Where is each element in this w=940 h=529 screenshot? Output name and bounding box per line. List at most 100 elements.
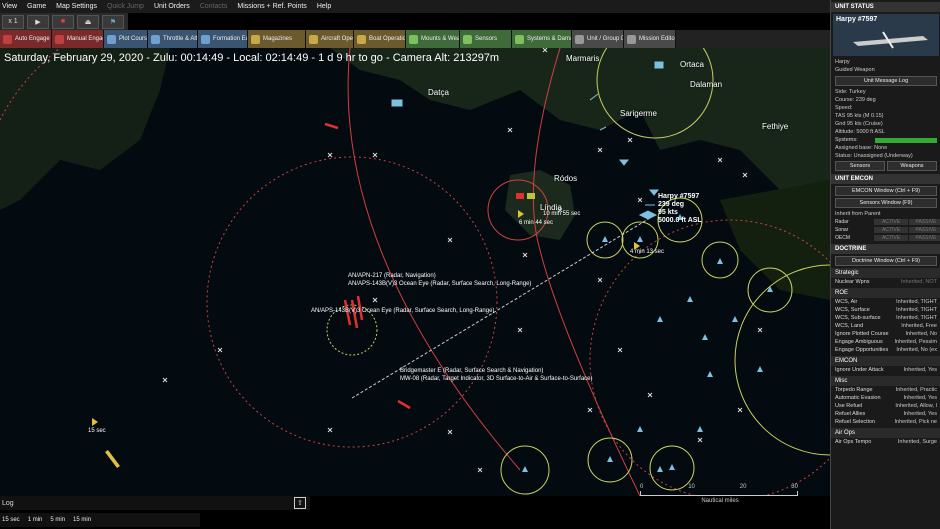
air-units[interactable] bbox=[92, 210, 640, 468]
time-step-1min[interactable]: 1 min bbox=[28, 517, 43, 523]
doctrine-row[interactable]: Torpedo Range Inherited, Practic bbox=[831, 386, 940, 394]
inherit-checkbox[interactable]: Inherit from Parent bbox=[831, 210, 940, 218]
ship-marker-icon[interactable] bbox=[717, 258, 723, 264]
toolbar-button-10[interactable]: Systems & Damage bbox=[512, 30, 572, 48]
toolbar-button-2[interactable]: Plot Course bbox=[104, 30, 148, 48]
toolbar-button-0[interactable]: Auto Engage Target bbox=[0, 30, 52, 48]
doctrine-row[interactable]: WCS, Surface Inherited, TIGHT bbox=[831, 306, 940, 314]
contact-x-icon[interactable] bbox=[447, 237, 453, 243]
doctrine-airops[interactable]: Air Ops Tempo Inherited, Surge bbox=[831, 438, 940, 446]
expand-up-icon[interactable]: ⇧ bbox=[294, 497, 306, 509]
contact-x-icon[interactable] bbox=[162, 377, 168, 383]
contact-x-icon[interactable] bbox=[522, 252, 528, 258]
sensors-window-button[interactable]: Sensors Window (F9) bbox=[835, 198, 937, 208]
ship-marker-icon[interactable] bbox=[637, 426, 643, 432]
weapons-button[interactable]: Weapons bbox=[887, 161, 937, 171]
ship-marker-icon[interactable] bbox=[687, 296, 693, 302]
contact-x-icon[interactable] bbox=[507, 127, 513, 133]
doctrine-row[interactable]: Engage Opportunities Inherited, No (ex bbox=[831, 346, 940, 354]
menu-missions[interactable]: Missions + Ref. Points bbox=[237, 3, 306, 10]
ship-marker-icon[interactable] bbox=[707, 371, 713, 377]
menu-contacts[interactable]: Contacts bbox=[200, 3, 228, 10]
menu-view[interactable]: View bbox=[2, 3, 17, 10]
map-canvas[interactable] bbox=[0, 48, 830, 496]
ship-marker-icon[interactable] bbox=[767, 286, 773, 292]
toolbar-button-1[interactable]: Manual Engage Target bbox=[52, 30, 104, 48]
emcon-passive-toggle[interactable]: PASSIVE bbox=[909, 227, 940, 233]
menu-game[interactable]: Game bbox=[27, 3, 46, 10]
ship-marker-icon[interactable] bbox=[607, 456, 613, 462]
contact-x-icon[interactable] bbox=[327, 427, 333, 433]
emcon-passive-toggle[interactable]: PASSIVE bbox=[909, 235, 940, 241]
doctrine-row[interactable]: Refuel Allies Inherited, Yes bbox=[831, 410, 940, 418]
emcon-active-toggle[interactable]: ACTIVE bbox=[874, 219, 908, 225]
ship-marker-icon[interactable] bbox=[602, 236, 608, 242]
ship-marker-icon[interactable] bbox=[697, 426, 703, 432]
time-compression-button[interactable]: x 1 bbox=[2, 14, 24, 29]
doctrine-row[interactable]: WCS, Air Inherited, TIGHT bbox=[831, 298, 940, 306]
contact-x-icon[interactable] bbox=[447, 429, 453, 435]
doctrine-nuclear[interactable]: Nuclear Wpns Inherited, NOT bbox=[831, 278, 940, 286]
ship-marker-icon[interactable] bbox=[522, 466, 528, 472]
contact-x-icon[interactable] bbox=[697, 437, 703, 443]
ship-marker-icon[interactable] bbox=[657, 316, 663, 322]
contact-x-icon[interactable] bbox=[372, 297, 378, 303]
contact-x-icon[interactable] bbox=[477, 467, 483, 473]
ship-marker-icon[interactable] bbox=[732, 316, 738, 322]
ship-marker-icon[interactable] bbox=[669, 464, 675, 470]
toolbar-button-11[interactable]: Unit / Group Doctrine bbox=[572, 30, 624, 48]
ship-marker-icon[interactable] bbox=[757, 366, 763, 372]
toolbar-button-3[interactable]: Throttle & Altitude bbox=[148, 30, 198, 48]
doctrine-ignore-attack[interactable]: Ignore Under Attack Inherited, Yes bbox=[831, 366, 940, 374]
menu-help[interactable]: Help bbox=[317, 3, 331, 10]
menu-map-settings[interactable]: Map Settings bbox=[56, 3, 97, 10]
contact-x-icon[interactable] bbox=[597, 147, 603, 153]
doctrine-row[interactable]: WCS, Sub-surface Inherited, TIGHT bbox=[831, 314, 940, 322]
toolbar-button-9[interactable]: Sensors bbox=[460, 30, 512, 48]
emcon-active-toggle[interactable]: ACTIVE bbox=[874, 227, 908, 233]
unit-message-log-button[interactable]: Unit Message Log bbox=[835, 76, 937, 86]
emcon-active-toggle[interactable]: ACTIVE bbox=[874, 235, 908, 241]
emcon-window-button[interactable]: EMCON Window (Ctrl + F9) bbox=[835, 186, 937, 196]
stop-icon[interactable]: ■ bbox=[52, 14, 74, 29]
play-icon[interactable]: ▶ bbox=[27, 14, 49, 29]
toolbar-button-7[interactable]: Boat Operations bbox=[354, 30, 406, 48]
time-step-15sec[interactable]: 15 sec bbox=[2, 517, 20, 523]
contact-x-icon[interactable] bbox=[717, 157, 723, 163]
tactical-map[interactable]: Datça Marmaris Ortaca Dalaman Fethiye Sa… bbox=[0, 48, 830, 496]
menu-unit-orders[interactable]: Unit Orders bbox=[154, 3, 190, 10]
hostile-units[interactable] bbox=[324, 122, 411, 410]
ship-marker-icon[interactable] bbox=[702, 334, 708, 340]
contact-x-icon[interactable] bbox=[217, 347, 223, 353]
menu-quick-jump[interactable]: Quick Jump bbox=[107, 3, 144, 10]
time-step-15min[interactable]: 15 min bbox=[73, 517, 91, 523]
flag-icon[interactable]: ⚑ bbox=[102, 14, 124, 29]
contact-x-icon[interactable] bbox=[617, 347, 623, 353]
contact-x-icon[interactable] bbox=[637, 197, 643, 203]
ship-marker-icon[interactable] bbox=[657, 466, 663, 472]
contact-x-icon[interactable] bbox=[647, 392, 653, 398]
contact-x-icon[interactable] bbox=[597, 277, 603, 283]
doctrine-row[interactable]: Engage Ambiguous Inherited, Pessim bbox=[831, 338, 940, 346]
doctrine-row[interactable]: Automatic Evasion Inherited, Yes bbox=[831, 394, 940, 402]
time-step-5min[interactable]: 5 min bbox=[50, 517, 65, 523]
contact-x-icon[interactable] bbox=[517, 327, 523, 333]
step-icon[interactable]: ⏏ bbox=[77, 14, 99, 29]
contact-x-icon[interactable] bbox=[737, 407, 743, 413]
toolbar-button-6[interactable]: Aircraft Operations bbox=[306, 30, 354, 48]
doctrine-row[interactable]: Use Refuel Inherited, Allow, I bbox=[831, 402, 940, 410]
doctrine-window-button[interactable]: Doctrine Window (Ctrl + F9) bbox=[835, 256, 937, 266]
contact-x-icon[interactable] bbox=[742, 172, 748, 178]
doctrine-row[interactable]: Ignore Plotted Course Inherited, No bbox=[831, 330, 940, 338]
contact-x-icon[interactable] bbox=[757, 327, 763, 333]
contact-x-icon[interactable] bbox=[372, 152, 378, 158]
airbase-icon-2[interactable] bbox=[527, 193, 535, 199]
toolbar-button-12[interactable]: Mission Editor bbox=[624, 30, 676, 48]
toolbar-button-5[interactable]: Magazines bbox=[248, 30, 306, 48]
emcon-passive-toggle[interactable]: PASSIVE bbox=[909, 219, 940, 225]
toolbar-button-4[interactable]: Formation Editor bbox=[198, 30, 248, 48]
sensors-button[interactable]: Sensors bbox=[835, 161, 885, 171]
ship-marker-icon[interactable] bbox=[637, 236, 643, 242]
doctrine-row[interactable]: WCS, Land Inherited, Free bbox=[831, 322, 940, 330]
contact-x-icon[interactable] bbox=[627, 137, 633, 143]
